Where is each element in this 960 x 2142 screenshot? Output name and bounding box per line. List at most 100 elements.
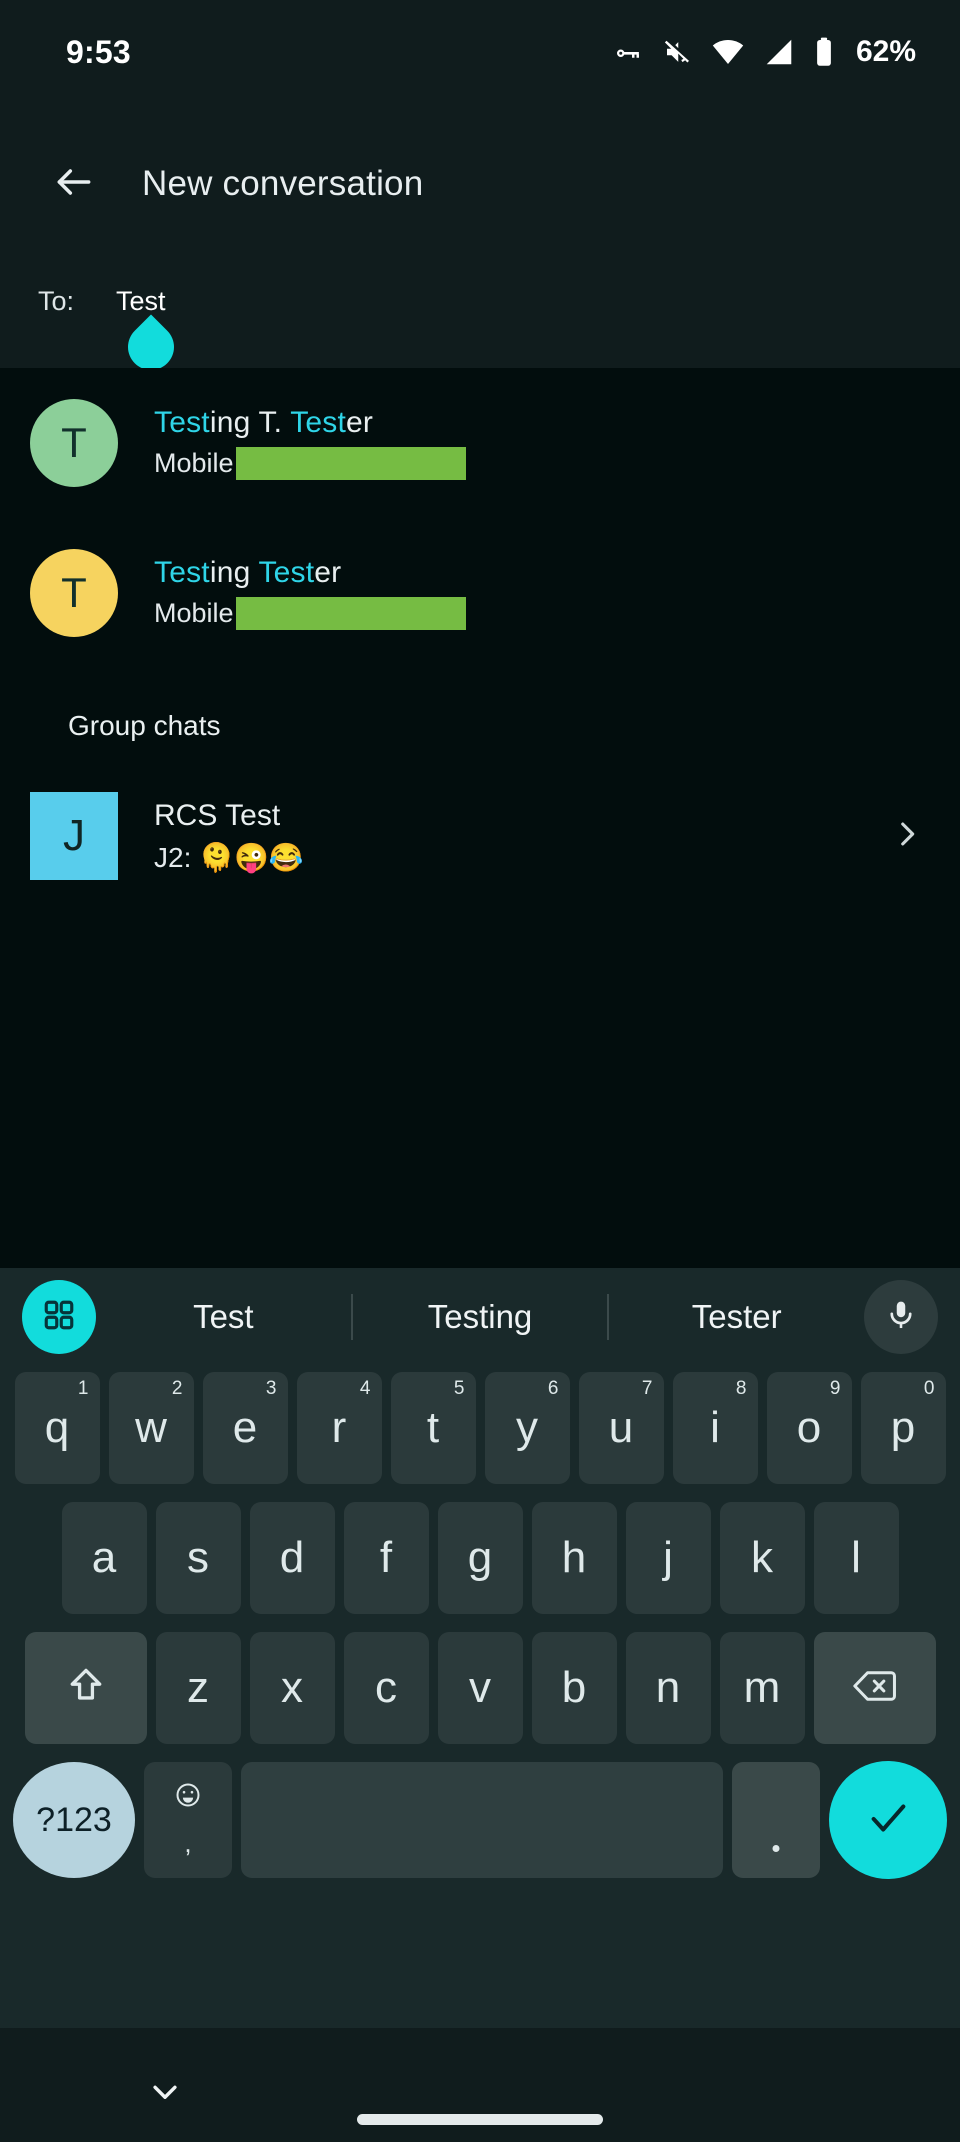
key-label: z bbox=[187, 1663, 209, 1712]
enter-key[interactable] bbox=[829, 1761, 947, 1879]
key-e[interactable]: 3e bbox=[202, 1372, 288, 1484]
group-preview: J2: 🫠😜😂 bbox=[154, 841, 304, 873]
page-title: New conversation bbox=[142, 164, 424, 203]
key-number-hint: 3 bbox=[265, 1378, 277, 1399]
app-bar: New conversation bbox=[0, 104, 960, 264]
key-label: u bbox=[608, 1403, 634, 1452]
backspace-key[interactable] bbox=[813, 1632, 936, 1744]
emoji-key[interactable]: , bbox=[144, 1762, 232, 1878]
key-q[interactable]: 1q bbox=[14, 1372, 100, 1484]
avatar: T bbox=[30, 549, 118, 637]
redacted-phone-number bbox=[235, 447, 466, 480]
phone-type-label: Mobile bbox=[154, 598, 234, 628]
key-label: c bbox=[375, 1663, 397, 1712]
key-label: o bbox=[796, 1403, 822, 1452]
voice-input-button[interactable] bbox=[864, 1280, 938, 1354]
key-label: b bbox=[561, 1663, 587, 1712]
contact-list-item[interactable]: T Testing Tester Mobile bbox=[0, 518, 960, 668]
key-u[interactable]: 7u bbox=[578, 1372, 664, 1484]
key-label: r bbox=[331, 1403, 347, 1452]
period-dot-icon bbox=[772, 1845, 780, 1852]
key-o[interactable]: 9o bbox=[766, 1372, 852, 1484]
key-v[interactable]: v bbox=[437, 1632, 523, 1744]
comma-label: , bbox=[184, 1828, 192, 1858]
key-label: x bbox=[281, 1663, 303, 1712]
shift-key[interactable] bbox=[24, 1632, 147, 1744]
key-label: q bbox=[44, 1403, 70, 1452]
keyboard-row-3: z x c v b n m bbox=[0, 1626, 960, 1750]
key-label: j bbox=[663, 1533, 673, 1582]
key-label: k bbox=[751, 1533, 773, 1582]
key-number-hint: 8 bbox=[735, 1378, 747, 1399]
group-details: RCS Test J2: 🫠😜😂 bbox=[154, 799, 890, 874]
period-key[interactable] bbox=[732, 1762, 820, 1878]
key-number-hint: 1 bbox=[77, 1378, 89, 1399]
space-key[interactable] bbox=[241, 1762, 723, 1878]
contact-phone: Mobile bbox=[154, 597, 466, 630]
key-p[interactable]: 0p bbox=[860, 1372, 946, 1484]
key-a[interactable]: a bbox=[61, 1502, 147, 1614]
key-y[interactable]: 6y bbox=[484, 1372, 570, 1484]
key-h[interactable]: h bbox=[531, 1502, 617, 1614]
contact-list-item[interactable]: T Testing T. Tester Mobile bbox=[0, 368, 960, 518]
recipient-field[interactable]: To: Test bbox=[0, 264, 960, 380]
contact-name: Testing Tester bbox=[154, 556, 342, 589]
key-s[interactable]: s bbox=[155, 1502, 241, 1614]
suggestion-item[interactable]: Tester bbox=[609, 1298, 864, 1336]
avatar: J bbox=[30, 792, 118, 880]
key-z[interactable]: z bbox=[155, 1632, 241, 1744]
keyboard-row-2: a s d f g h j k l bbox=[0, 1496, 960, 1620]
home-gesture-pill[interactable] bbox=[357, 2114, 603, 2125]
hide-keyboard-button[interactable] bbox=[148, 2078, 182, 2113]
key-x[interactable]: x bbox=[249, 1632, 335, 1744]
suggestion-item[interactable]: Test bbox=[96, 1298, 351, 1336]
avatar-letter: T bbox=[61, 569, 87, 616]
key-label: d bbox=[279, 1533, 305, 1582]
key-m[interactable]: m bbox=[719, 1632, 805, 1744]
avatar: T bbox=[30, 399, 118, 487]
key-w[interactable]: 2w bbox=[108, 1372, 194, 1484]
keyboard-apps-button[interactable] bbox=[22, 1280, 96, 1354]
key-c[interactable]: c bbox=[343, 1632, 429, 1744]
key-d[interactable]: d bbox=[249, 1502, 335, 1614]
key-l[interactable]: l bbox=[813, 1502, 899, 1614]
back-button[interactable] bbox=[38, 148, 110, 220]
key-i[interactable]: 8i bbox=[672, 1372, 758, 1484]
key-number-hint: 0 bbox=[923, 1378, 935, 1399]
key-n[interactable]: n bbox=[625, 1632, 711, 1744]
microphone-icon bbox=[884, 1298, 918, 1337]
contact-name: Testing T. Tester bbox=[154, 406, 374, 439]
vpn-key-icon bbox=[612, 37, 642, 67]
key-label: g bbox=[467, 1533, 493, 1582]
key-b[interactable]: b bbox=[531, 1632, 617, 1744]
chevron-right-icon[interactable] bbox=[890, 817, 924, 856]
key-k[interactable]: k bbox=[719, 1502, 805, 1614]
on-screen-keyboard: Test Testing Tester 1q 2w 3e 4r 5t 6y 7u… bbox=[0, 1268, 960, 2028]
volume-off-icon bbox=[662, 37, 692, 67]
recipient-input[interactable]: Test bbox=[116, 286, 184, 380]
group-chat-list-item[interactable]: J RCS Test J2: 🫠😜😂 bbox=[0, 766, 960, 906]
contact-phone: Mobile bbox=[154, 447, 466, 480]
key-label: p bbox=[890, 1403, 916, 1452]
suggestion-item[interactable]: Testing bbox=[353, 1298, 608, 1336]
key-f[interactable]: f bbox=[343, 1502, 429, 1614]
key-t[interactable]: 5t bbox=[390, 1372, 476, 1484]
symbols-key[interactable]: ?123 bbox=[13, 1762, 135, 1878]
key-g[interactable]: g bbox=[437, 1502, 523, 1614]
chevron-down-icon bbox=[148, 2085, 182, 2112]
checkmark-icon bbox=[865, 1795, 911, 1846]
key-r[interactable]: 4r bbox=[296, 1372, 382, 1484]
key-label: e bbox=[232, 1403, 258, 1452]
redacted-phone-number bbox=[235, 597, 466, 630]
wifi-icon bbox=[712, 38, 744, 66]
key-j[interactable]: j bbox=[625, 1502, 711, 1614]
suggestion-strip: Test Testing Tester bbox=[0, 1268, 960, 1366]
grid-apps-icon bbox=[41, 1297, 77, 1338]
recipient-input-value: Test bbox=[116, 286, 166, 316]
phone-type-label: Mobile bbox=[154, 448, 234, 478]
to-label: To: bbox=[38, 286, 75, 316]
key-number-hint: 7 bbox=[641, 1378, 653, 1399]
key-number-hint: 2 bbox=[171, 1378, 183, 1399]
key-label: l bbox=[851, 1533, 861, 1582]
key-label: w bbox=[135, 1403, 167, 1452]
